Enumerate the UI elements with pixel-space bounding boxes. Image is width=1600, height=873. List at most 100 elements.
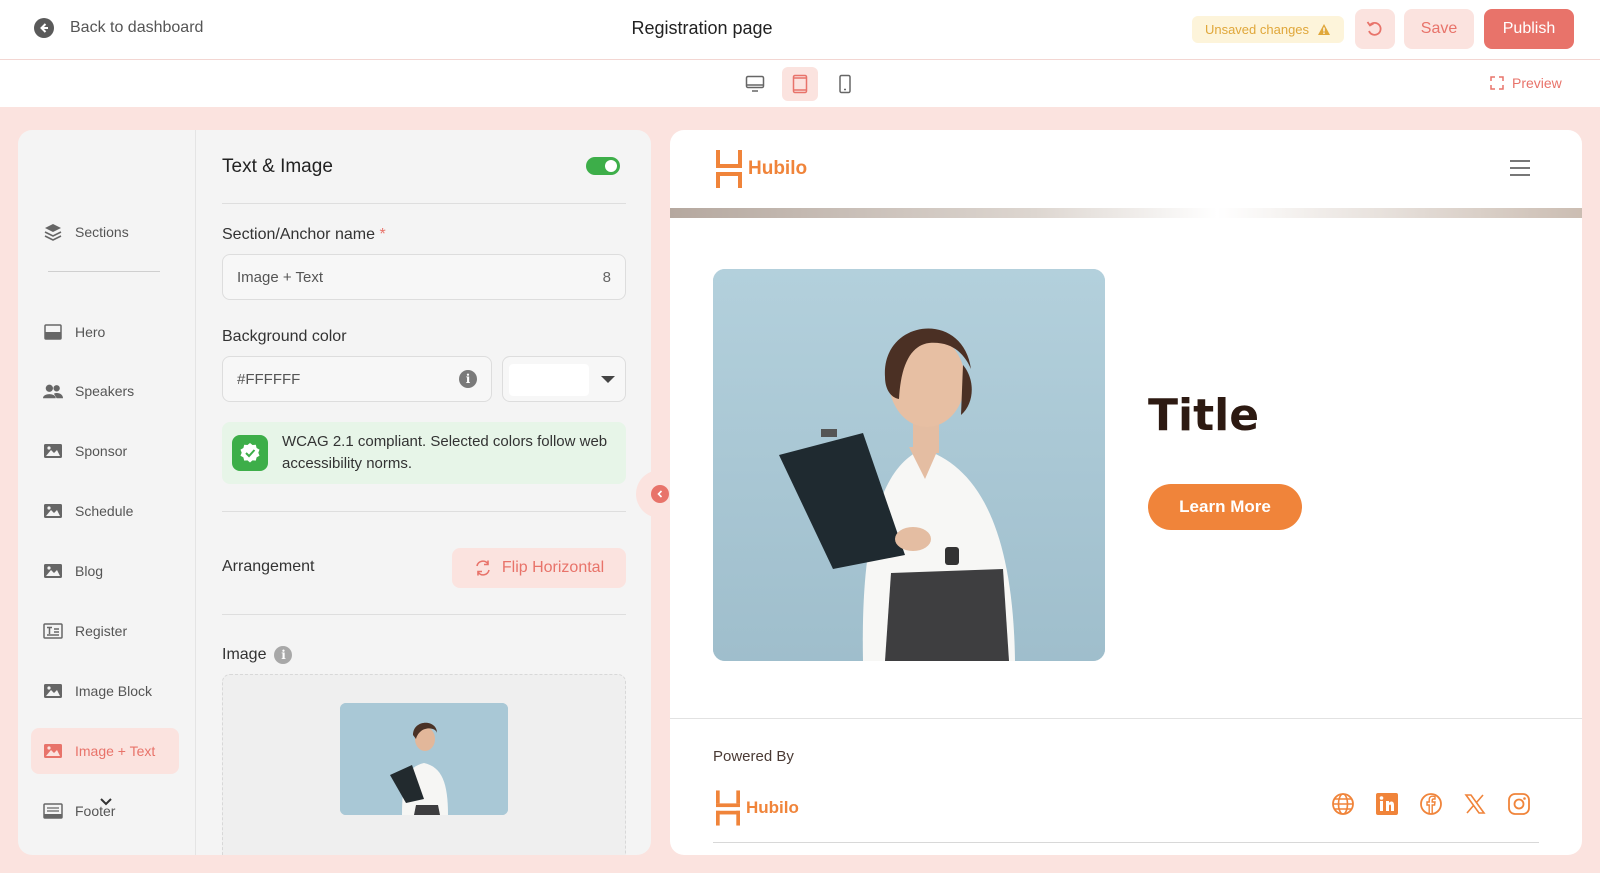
sidebar-item-blog[interactable]: Blog (31, 548, 179, 594)
menu-icon[interactable] (1510, 160, 1530, 176)
sidebar-item-register[interactable]: Register (31, 608, 179, 654)
sidebar-item-label: Register (75, 623, 128, 639)
sidebar-item-image-text[interactable]: Image + Text (31, 728, 179, 774)
color-swatch (509, 364, 589, 396)
undo-button[interactable] (1355, 9, 1395, 49)
divider (222, 203, 626, 204)
unsaved-label: Unsaved changes (1204, 22, 1310, 37)
image-icon (43, 562, 63, 580)
flip-horizontal-button[interactable]: Flip Horizontal (452, 548, 626, 588)
publish-button[interactable]: Publish (1484, 9, 1574, 49)
image-upload-dropzone[interactable] (222, 674, 626, 855)
image-thumbnail (340, 703, 508, 815)
image-icon (43, 502, 63, 520)
globe-icon[interactable] (1331, 792, 1355, 816)
footer-bottom-line (713, 842, 1539, 843)
background-color-value: #FFFFFF (237, 370, 301, 388)
background-color-label: Background color (222, 328, 347, 345)
anchor-name-input[interactable]: Image + Text 8 (222, 254, 626, 300)
unsaved-changes-badge: Unsaved changes (1192, 16, 1344, 43)
mobile-view-button[interactable] (827, 67, 863, 101)
required-mark: * (379, 226, 386, 243)
background-color-input[interactable]: #FFFFFF i (222, 356, 492, 402)
tablet-view-button[interactable] (782, 67, 818, 101)
linkedin-icon[interactable] (1375, 792, 1399, 816)
sidebar-item-label: Image + Text (75, 743, 156, 759)
instagram-icon[interactable] (1507, 792, 1531, 816)
desktop-view-button[interactable] (737, 67, 773, 101)
brand-logo[interactable]: Hubilo (716, 150, 807, 188)
wcag-text: WCAG 2.1 compliant. Selected colors foll… (282, 433, 608, 472)
footer-brand-name: Hubilo (746, 798, 799, 817)
hero-strip (670, 208, 1582, 218)
editor-panel: Sections Hero Speakers Sponsor Schedule (18, 130, 651, 855)
anchor-name-label: Section/Anchor name * (222, 226, 386, 243)
chevron-left-icon (651, 485, 669, 503)
image-icon (43, 442, 63, 460)
swap-icon (476, 560, 490, 576)
footer-brand-logo[interactable]: Hubilo (716, 790, 799, 826)
undo-icon (1366, 21, 1382, 36)
arrangement-label: Arrangement (222, 558, 315, 575)
mobile-icon (839, 74, 851, 94)
sidebar-item-image-block[interactable]: Image Block (31, 668, 179, 714)
sidebar-item-label: Sponsor (75, 443, 128, 459)
warning-icon (1318, 24, 1331, 35)
sidebar-item-label: Hero (75, 324, 106, 340)
divider (222, 511, 626, 512)
desktop-icon (745, 75, 765, 92)
learn-more-button[interactable]: Learn More (1148, 484, 1302, 530)
sidebar-item-label: Sections (75, 224, 129, 240)
preview-canvas: Hubilo Title Learn More Powered By Hubil… (670, 130, 1582, 855)
section-image (713, 269, 1105, 661)
form-title: Text & Image (222, 156, 333, 177)
sidebar-item-schedule[interactable]: Schedule (31, 488, 179, 534)
sidebar-item-speakers[interactable]: Speakers (31, 368, 179, 414)
sidebar-item-label: Blog (75, 563, 104, 579)
divider (222, 614, 626, 615)
footer-icon (43, 802, 63, 820)
register-icon (43, 622, 63, 640)
section-enabled-toggle[interactable] (586, 157, 620, 175)
layers-icon (43, 223, 63, 241)
facebook-icon[interactable] (1419, 792, 1443, 816)
workspace: Sections Hero Speakers Sponsor Schedule (0, 107, 1600, 873)
top-bar: Back to dashboard Registration page Unsa… (0, 0, 1600, 60)
anchor-name-value: Image + Text (237, 268, 324, 286)
image-icon (43, 682, 63, 700)
section-title[interactable]: Title (1148, 390, 1259, 441)
expand-icon (1490, 76, 1504, 90)
image-label: Image i (222, 646, 293, 664)
sidebar-item-label: Speakers (75, 383, 135, 399)
info-icon[interactable]: i (274, 646, 293, 664)
color-picker-dropdown[interactable] (502, 356, 626, 402)
tablet-icon (792, 74, 808, 94)
flip-label: Flip Horizontal (501, 559, 605, 576)
wcag-notice: WCAG 2.1 compliant. Selected colors foll… (222, 422, 626, 484)
social-links (1331, 792, 1531, 816)
section-nav: Sections Hero Speakers Sponsor Schedule (18, 130, 196, 855)
users-icon (43, 382, 63, 400)
brand-name: Hubilo (748, 158, 808, 179)
preview-header: Hubilo (670, 130, 1582, 208)
preview-label: Preview (1512, 75, 1562, 91)
chevron-down-icon (100, 798, 112, 806)
x-icon[interactable] (1463, 792, 1487, 816)
hubilo-logo-icon (716, 150, 742, 188)
powered-by-label: Powered By (713, 748, 794, 765)
sidebar-item-hero[interactable]: Hero (31, 309, 179, 355)
save-button[interactable]: Save (1404, 9, 1474, 49)
preview-button[interactable]: Preview (1490, 75, 1562, 91)
scroll-down-button[interactable] (96, 792, 116, 812)
device-bar: Preview (0, 61, 1600, 107)
info-icon[interactable]: i (459, 370, 477, 388)
nav-divider (48, 271, 160, 272)
sidebar-item-label: Image Block (75, 683, 153, 699)
caret-down-icon (601, 376, 615, 383)
sidebar-item-sections[interactable]: Sections (31, 209, 179, 255)
section-settings-form: Text & Image Section/Anchor name * Image… (222, 130, 626, 855)
sidebar-item-sponsor[interactable]: Sponsor (31, 428, 179, 474)
verified-badge-icon (232, 435, 268, 471)
hero-icon (43, 323, 63, 341)
sidebar-item-label: Schedule (75, 503, 134, 519)
